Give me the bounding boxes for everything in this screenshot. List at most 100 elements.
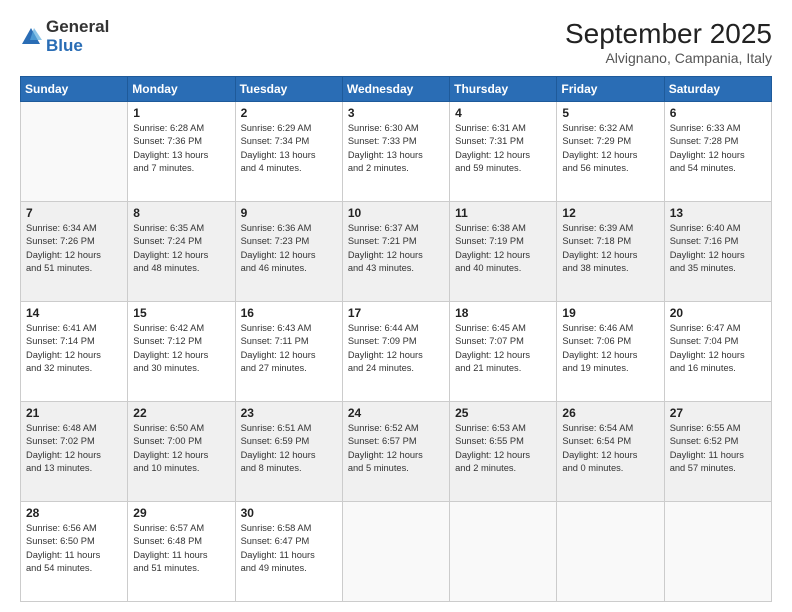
day-number: 18 xyxy=(455,306,551,320)
day-number: 29 xyxy=(133,506,229,520)
calendar-cell: 6 Sunrise: 6:33 AM Sunset: 7:28 PM Daylig… xyxy=(664,102,771,202)
day-info: Sunrise: 6:36 AM Sunset: 7:23 PM Dayligh… xyxy=(241,222,337,276)
calendar-cell: 20Sunrise: 6:47 AM Sunset: 7:04 PM Dayli… xyxy=(664,302,771,402)
day-info: Sunrise: 6:56 AM Sunset: 6:50 PM Dayligh… xyxy=(26,522,122,576)
day-number: 24 xyxy=(348,406,444,420)
day-info: Sunrise: 6:42 AM Sunset: 7:12 PM Dayligh… xyxy=(133,322,229,376)
day-info: Sunrise: 6:31 AM Sunset: 7:31 PM Dayligh… xyxy=(455,122,551,176)
day-info: Sunrise: 6:48 AM Sunset: 7:02 PM Dayligh… xyxy=(26,422,122,476)
calendar-cell xyxy=(21,102,128,202)
day-number: 17 xyxy=(348,306,444,320)
calendar-cell xyxy=(450,502,557,602)
logo-icon xyxy=(20,26,42,48)
logo-text: General Blue xyxy=(46,18,109,55)
calendar-cell: 3Sunrise: 6:30 AM Sunset: 7:33 PM Daylig… xyxy=(342,102,449,202)
calendar-cell xyxy=(664,502,771,602)
day-number: 20 xyxy=(670,306,766,320)
calendar-cell: 22 Sunrise: 6:50 AM Sunset: 7:00 PM Dayli… xyxy=(128,402,235,502)
calendar-body: 1 Sunrise: 6:28 AM Sunset: 7:36 PM Daylig… xyxy=(21,102,772,602)
day-info: Sunrise: 6:46 AM Sunset: 7:06 PM Dayligh… xyxy=(562,322,658,376)
calendar-cell: 17 Sunrise: 6:44 AM Sunset: 7:09 PM Dayli… xyxy=(342,302,449,402)
calendar-cell: 9 Sunrise: 6:36 AM Sunset: 7:23 PM Daylig… xyxy=(235,202,342,302)
calendar-cell: 25Sunrise: 6:53 AM Sunset: 6:55 PM Dayli… xyxy=(450,402,557,502)
page: General Blue September 2025 Alvignano, C… xyxy=(0,0,792,612)
day-number: 21 xyxy=(26,406,122,420)
calendar-cell: 24 Sunrise: 6:52 AM Sunset: 6:57 PM Dayli… xyxy=(342,402,449,502)
calendar-cell: 23 Sunrise: 6:51 AM Sunset: 6:59 PM Dayli… xyxy=(235,402,342,502)
calendar-cell: 30 Sunrise: 6:58 AM Sunset: 6:47 PM Dayli… xyxy=(235,502,342,602)
day-info: Sunrise: 6:53 AM Sunset: 6:55 PM Dayligh… xyxy=(455,422,551,476)
calendar-week-row: 1 Sunrise: 6:28 AM Sunset: 7:36 PM Daylig… xyxy=(21,102,772,202)
weekday-header-wednesday: Wednesday xyxy=(342,77,449,102)
calendar-cell: 11Sunrise: 6:38 AM Sunset: 7:19 PM Dayli… xyxy=(450,202,557,302)
weekday-header-saturday: Saturday xyxy=(664,77,771,102)
day-number: 9 xyxy=(241,206,337,220)
calendar-cell: 18 Sunrise: 6:45 AM Sunset: 7:07 PM Dayli… xyxy=(450,302,557,402)
calendar-cell: 21 Sunrise: 6:48 AM Sunset: 7:02 PM Dayli… xyxy=(21,402,128,502)
day-info: Sunrise: 6:58 AM Sunset: 6:47 PM Dayligh… xyxy=(241,522,337,576)
logo-blue: Blue xyxy=(46,37,109,56)
calendar-week-row: 7Sunrise: 6:34 AM Sunset: 7:26 PM Daylig… xyxy=(21,202,772,302)
weekday-header-thursday: Thursday xyxy=(450,77,557,102)
day-info: Sunrise: 6:33 AM Sunset: 7:28 PM Dayligh… xyxy=(670,122,766,176)
day-number: 30 xyxy=(241,506,337,520)
calendar-cell: 26Sunrise: 6:54 AM Sunset: 6:54 PM Dayli… xyxy=(557,402,664,502)
day-info: Sunrise: 6:55 AM Sunset: 6:52 PM Dayligh… xyxy=(670,422,766,476)
calendar-cell: 12 Sunrise: 6:39 AM Sunset: 7:18 PM Dayli… xyxy=(557,202,664,302)
weekday-header-tuesday: Tuesday xyxy=(235,77,342,102)
day-info: Sunrise: 6:54 AM Sunset: 6:54 PM Dayligh… xyxy=(562,422,658,476)
calendar-header-row: SundayMondayTuesdayWednesdayThursdayFrid… xyxy=(21,77,772,102)
title-block: September 2025 Alvignano, Campania, Ital… xyxy=(565,18,772,66)
day-number: 13 xyxy=(670,206,766,220)
day-number: 11 xyxy=(455,206,551,220)
logo: General Blue xyxy=(20,18,109,55)
day-number: 22 xyxy=(133,406,229,420)
day-number: 1 xyxy=(133,106,229,120)
calendar-cell: 27 Sunrise: 6:55 AM Sunset: 6:52 PM Dayli… xyxy=(664,402,771,502)
day-number: 12 xyxy=(562,206,658,220)
day-info: Sunrise: 6:57 AM Sunset: 6:48 PM Dayligh… xyxy=(133,522,229,576)
calendar-cell: 2 Sunrise: 6:29 AM Sunset: 7:34 PM Daylig… xyxy=(235,102,342,202)
day-info: Sunrise: 6:40 AM Sunset: 7:16 PM Dayligh… xyxy=(670,222,766,276)
day-info: Sunrise: 6:37 AM Sunset: 7:21 PM Dayligh… xyxy=(348,222,444,276)
month-title: September 2025 xyxy=(565,18,772,50)
day-info: Sunrise: 6:29 AM Sunset: 7:34 PM Dayligh… xyxy=(241,122,337,176)
day-number: 2 xyxy=(241,106,337,120)
day-number: 23 xyxy=(241,406,337,420)
day-number: 14 xyxy=(26,306,122,320)
day-info: Sunrise: 6:34 AM Sunset: 7:26 PM Dayligh… xyxy=(26,222,122,276)
day-info: Sunrise: 6:41 AM Sunset: 7:14 PM Dayligh… xyxy=(26,322,122,376)
day-number: 5 xyxy=(562,106,658,120)
day-number: 10 xyxy=(348,206,444,220)
calendar-cell: 28Sunrise: 6:56 AM Sunset: 6:50 PM Dayli… xyxy=(21,502,128,602)
day-number: 6 xyxy=(670,106,766,120)
calendar-cell: 8Sunrise: 6:35 AM Sunset: 7:24 PM Daylig… xyxy=(128,202,235,302)
day-number: 4 xyxy=(455,106,551,120)
calendar-cell: 29 Sunrise: 6:57 AM Sunset: 6:48 PM Dayli… xyxy=(128,502,235,602)
day-info: Sunrise: 6:50 AM Sunset: 7:00 PM Dayligh… xyxy=(133,422,229,476)
day-info: Sunrise: 6:35 AM Sunset: 7:24 PM Dayligh… xyxy=(133,222,229,276)
day-info: Sunrise: 6:51 AM Sunset: 6:59 PM Dayligh… xyxy=(241,422,337,476)
weekday-header-sunday: Sunday xyxy=(21,77,128,102)
day-info: Sunrise: 6:52 AM Sunset: 6:57 PM Dayligh… xyxy=(348,422,444,476)
day-info: Sunrise: 6:44 AM Sunset: 7:09 PM Dayligh… xyxy=(348,322,444,376)
day-info: Sunrise: 6:45 AM Sunset: 7:07 PM Dayligh… xyxy=(455,322,551,376)
day-number: 27 xyxy=(670,406,766,420)
calendar-cell xyxy=(342,502,449,602)
calendar-cell: 13 Sunrise: 6:40 AM Sunset: 7:16 PM Dayli… xyxy=(664,202,771,302)
calendar-cell: 7Sunrise: 6:34 AM Sunset: 7:26 PM Daylig… xyxy=(21,202,128,302)
weekday-header-monday: Monday xyxy=(128,77,235,102)
weekday-header-friday: Friday xyxy=(557,77,664,102)
calendar-cell: 5 Sunrise: 6:32 AM Sunset: 7:29 PM Daylig… xyxy=(557,102,664,202)
day-info: Sunrise: 6:32 AM Sunset: 7:29 PM Dayligh… xyxy=(562,122,658,176)
calendar-cell: 14 Sunrise: 6:41 AM Sunset: 7:14 PM Dayli… xyxy=(21,302,128,402)
day-number: 15 xyxy=(133,306,229,320)
day-info: Sunrise: 6:39 AM Sunset: 7:18 PM Dayligh… xyxy=(562,222,658,276)
day-number: 3 xyxy=(348,106,444,120)
calendar-week-row: 28Sunrise: 6:56 AM Sunset: 6:50 PM Dayli… xyxy=(21,502,772,602)
header: General Blue September 2025 Alvignano, C… xyxy=(20,18,772,66)
day-info: Sunrise: 6:28 AM Sunset: 7:36 PM Dayligh… xyxy=(133,122,229,176)
calendar-cell: 15 Sunrise: 6:42 AM Sunset: 7:12 PM Dayli… xyxy=(128,302,235,402)
calendar-table: SundayMondayTuesdayWednesdayThursdayFrid… xyxy=(20,76,772,602)
calendar-cell: 10 Sunrise: 6:37 AM Sunset: 7:21 PM Dayli… xyxy=(342,202,449,302)
